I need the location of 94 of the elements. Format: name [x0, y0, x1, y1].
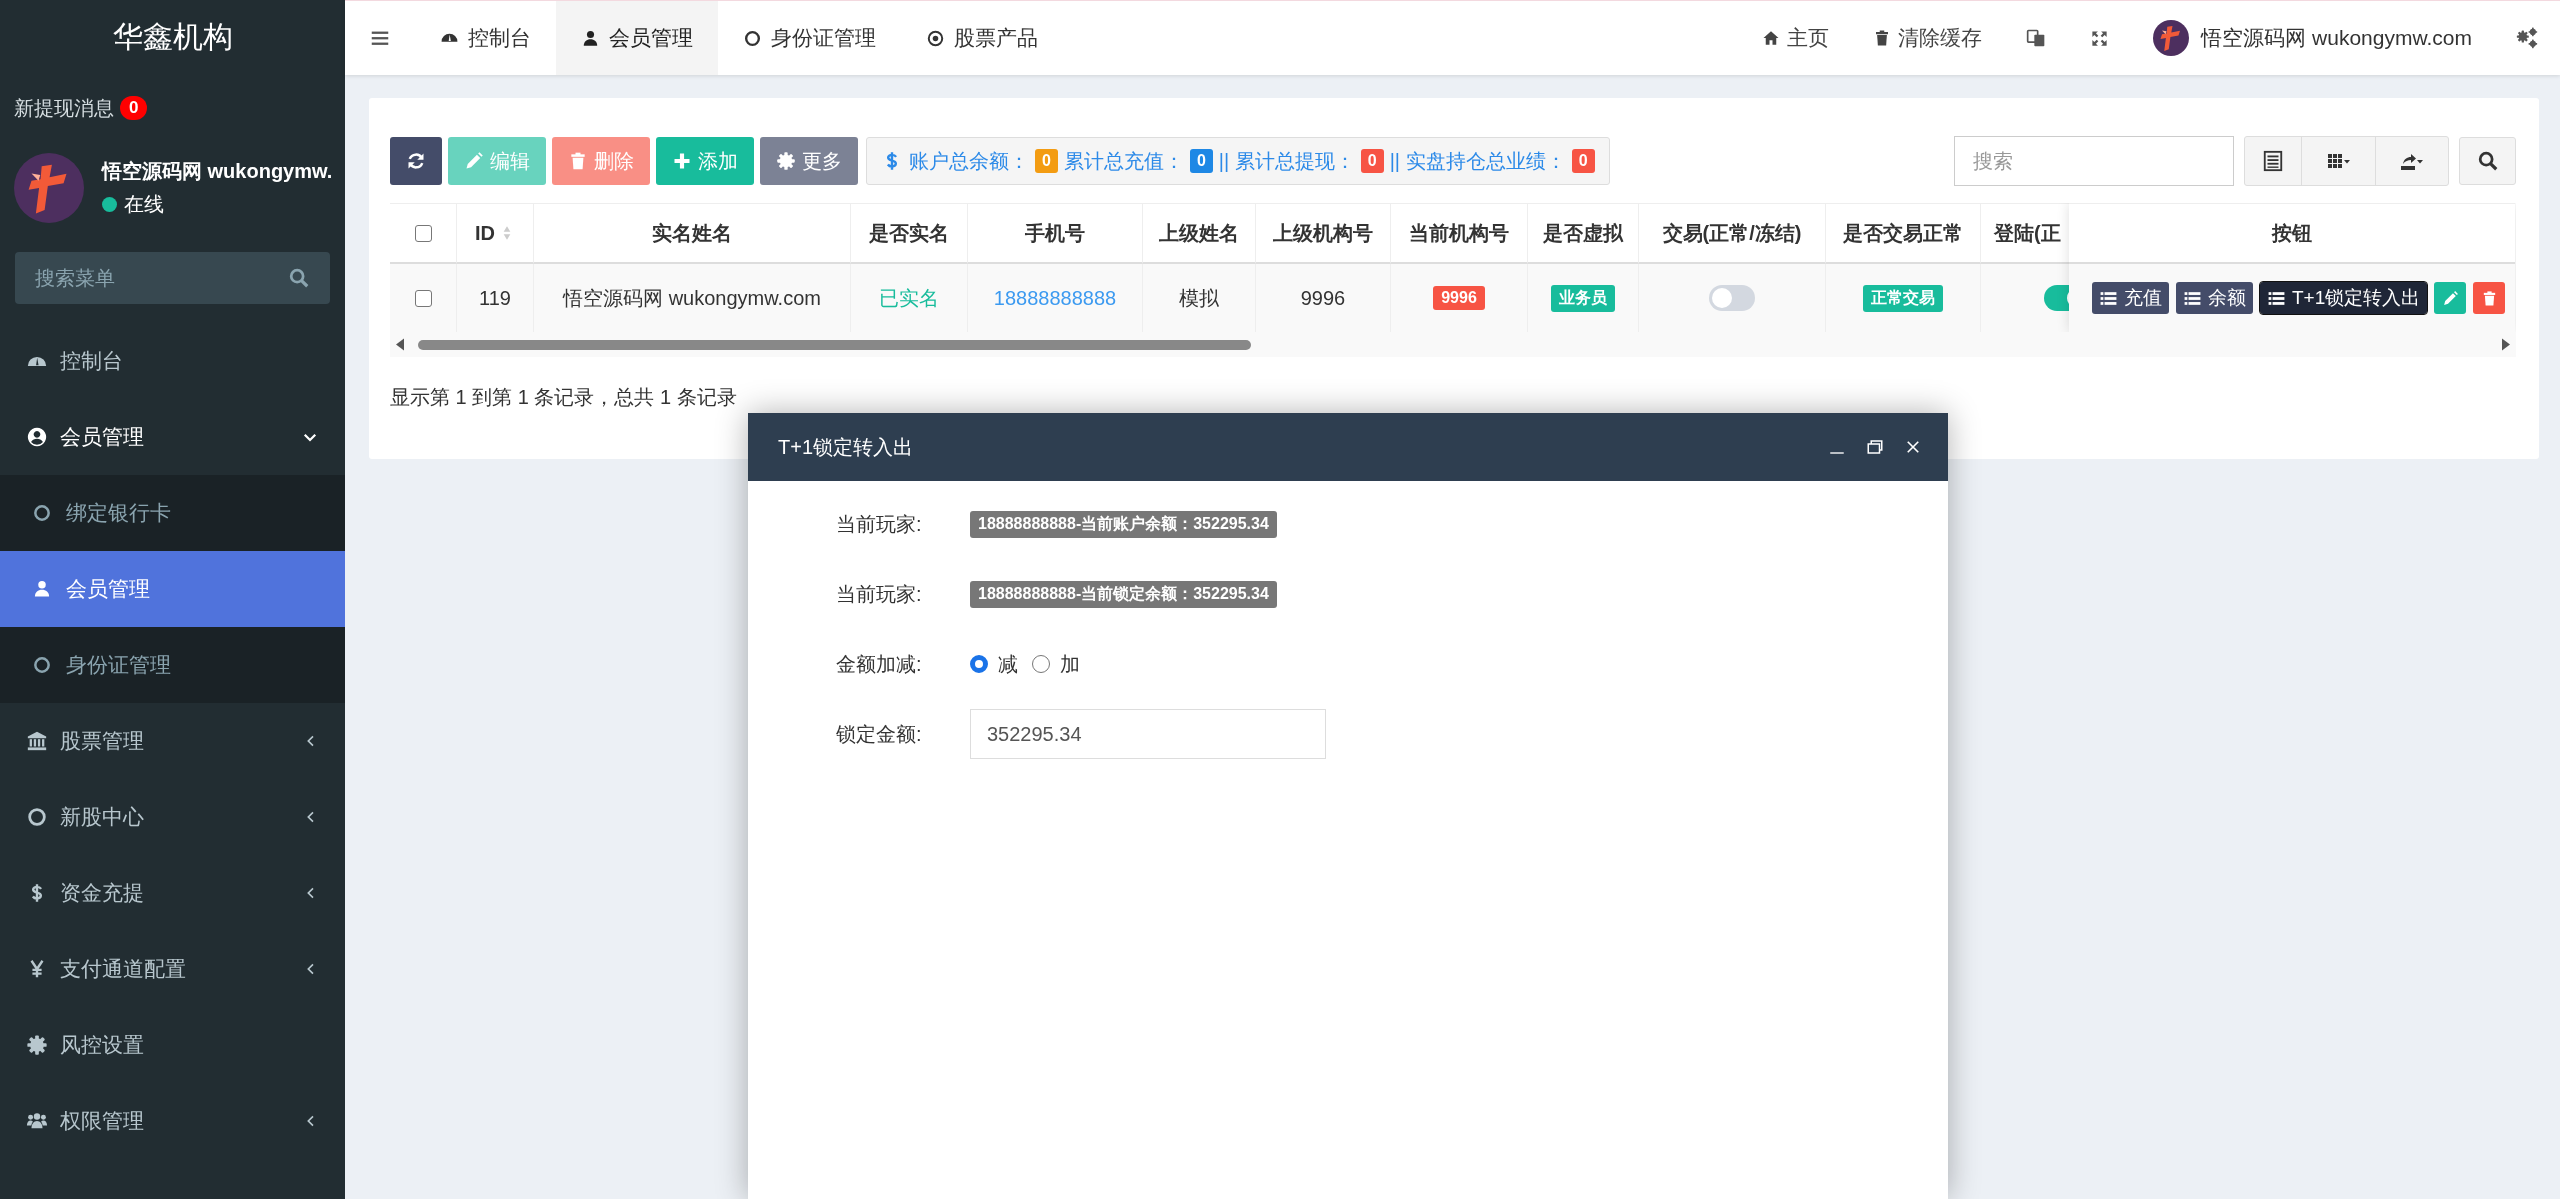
checkbox[interactable]	[414, 289, 432, 307]
nav-tab[interactable]: 控制台	[415, 1, 556, 75]
nav-tab[interactable]: 股票产品	[901, 1, 1063, 75]
toggle-switch[interactable]	[1709, 285, 1755, 311]
nav-tab[interactable]: 会员管理	[556, 1, 718, 75]
notice-label: 新提现消息	[14, 95, 114, 121]
gauge-icon	[440, 33, 459, 43]
menu-item[interactable]: 股票管理	[0, 703, 345, 779]
menu-item[interactable]: 资金充提	[0, 855, 345, 931]
horizontal-scrollbar[interactable]	[396, 338, 2510, 351]
avatar	[14, 153, 84, 223]
table-cell: 悟空源码网 wukongymw.com	[534, 264, 851, 332]
status-badge: 9996	[1433, 286, 1485, 310]
card-view-icon	[2262, 150, 2284, 172]
count-badge: 0	[120, 96, 148, 120]
home-icon	[1762, 29, 1781, 47]
fullscreen-icon[interactable]	[2090, 28, 2110, 48]
summary-label: 累计总充值：	[1063, 148, 1184, 174]
summary-label: 账户总余额：	[909, 148, 1029, 174]
menu-item[interactable]: 控制台	[0, 323, 345, 399]
toggle-switch[interactable]	[2044, 285, 2069, 311]
circle-icon	[743, 28, 762, 48]
refresh-icon	[406, 151, 426, 171]
menu-item[interactable]: 风控设置	[0, 1007, 345, 1083]
radio-button[interactable]	[1032, 655, 1050, 673]
submenu-item[interactable]: 会员管理	[0, 551, 345, 627]
field-label: 当前玩家:	[835, 581, 923, 607]
plus-icon	[672, 151, 692, 171]
action-button[interactable]: T+1锁定转入出	[2260, 282, 2428, 314]
circle-icon	[32, 503, 52, 523]
more-button[interactable]: 更多	[760, 137, 858, 185]
close-icon[interactable]	[1904, 438, 1922, 456]
user-name: 悟空源码网 wukongymw.	[102, 159, 333, 184]
search-field[interactable]: 搜索	[1954, 136, 2234, 186]
search-icon	[2476, 150, 2499, 172]
count-badge: 0	[1360, 149, 1384, 173]
table-cell: 模拟	[1143, 264, 1256, 332]
submenu-item[interactable]: 绑定银行卡	[0, 475, 345, 551]
info-badge: 18888888888-当前账户余额：352295.34	[970, 510, 1277, 538]
submenu-item[interactable]: 身份证管理	[0, 627, 345, 703]
radio-label[interactable]: 加	[1060, 650, 1080, 678]
dot-circle-icon	[926, 28, 945, 48]
count-badge: 0	[1571, 149, 1595, 173]
search-field[interactable]: 搜索菜单	[15, 252, 330, 304]
summary-label: || 累计总提现：	[1218, 148, 1355, 174]
user-name[interactable]: 悟空源码网 wukongymw.com	[2201, 24, 2472, 52]
menu-item[interactable]: 会员管理	[0, 399, 345, 475]
checkbox[interactable]	[414, 224, 432, 242]
action-button[interactable]: 充值	[2092, 282, 2169, 314]
action-button[interactable]: 余额	[2176, 282, 2253, 314]
menu-item[interactable]: 新股中心	[0, 779, 345, 855]
brand-title: 华鑫机构	[112, 19, 233, 55]
pencil-icon	[2441, 289, 2459, 307]
status-badge: 业务员	[1551, 284, 1615, 312]
table-cell: 已实名	[851, 264, 968, 332]
search-button[interactable]	[2459, 137, 2516, 185]
usercircle-icon	[26, 426, 48, 448]
field-label: 锁定金额:	[835, 721, 923, 747]
user-icon	[581, 28, 600, 48]
status-badge: 正常交易	[1863, 284, 1943, 312]
status-text: 在线	[124, 192, 164, 217]
nav-link[interactable]: 清除缓存	[1851, 1, 2005, 75]
radio-label[interactable]: 减	[998, 650, 1018, 678]
delete-button[interactable]	[2473, 282, 2506, 314]
user-icon	[32, 579, 52, 599]
pagination-info: 显示第 1 到第 1 条记录，总共 1 条记录	[390, 385, 738, 410]
gauge-icon	[26, 355, 48, 367]
dialog-title: T+1锁定转入出	[778, 434, 914, 460]
translate-icon[interactable]	[2026, 28, 2047, 48]
radio-button[interactable]	[970, 655, 988, 673]
nav-link[interactable]: 主页	[1740, 1, 1852, 75]
nav-tab[interactable]: 身份证管理	[718, 1, 901, 75]
table-cell: 9996	[1256, 264, 1391, 332]
amount-field[interactable]: 352295.34	[970, 709, 1326, 759]
restore-icon[interactable]	[1866, 438, 1884, 456]
info-badge: 18888888888-当前锁定余额：352295.34	[970, 580, 1277, 608]
count-badge: 0	[1035, 149, 1058, 173]
circle-icon	[32, 655, 52, 675]
pencil-icon	[464, 151, 484, 171]
trash-icon	[568, 151, 588, 171]
menu-item[interactable]: 支付通道配置	[0, 931, 345, 1007]
bank-icon	[26, 730, 48, 752]
settings-icon[interactable]	[2516, 27, 2538, 49]
table-cell: 119	[457, 264, 534, 332]
avatar[interactable]	[2153, 20, 2190, 56]
circle-icon	[26, 806, 48, 828]
field-label: 当前玩家:	[835, 511, 923, 537]
count-badge: 0	[1189, 149, 1213, 173]
gear-icon	[776, 151, 796, 171]
field-label: 金额加减:	[835, 651, 923, 677]
refresh-button[interactable]	[390, 137, 442, 185]
summary-label: || 实盘持仓总业绩：	[1389, 148, 1566, 174]
search-icon[interactable]	[288, 267, 310, 289]
menu-item[interactable]: 权限管理	[0, 1083, 345, 1159]
